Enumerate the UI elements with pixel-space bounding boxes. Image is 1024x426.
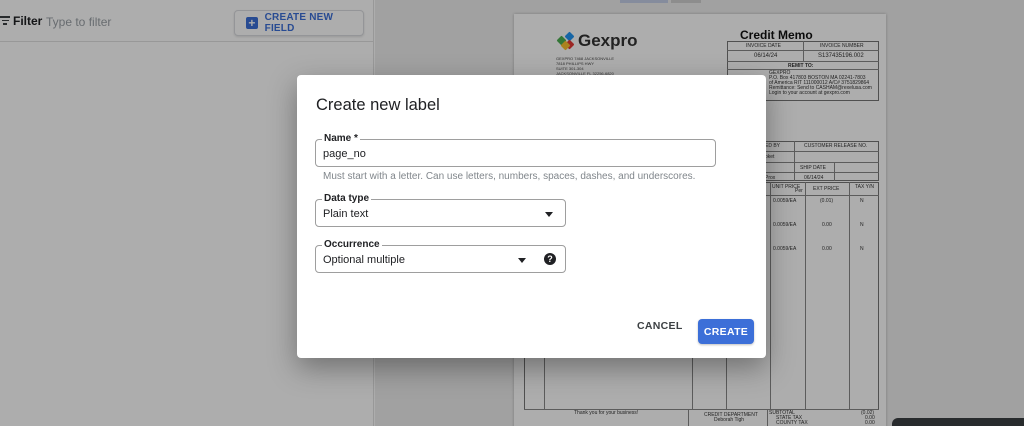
data-type-select[interactable]: Data type Plain text	[315, 193, 566, 227]
chevron-down-icon	[518, 258, 526, 263]
create-label-dialog: Create new label Name * Must start with …	[297, 75, 766, 358]
name-input[interactable]	[323, 148, 703, 160]
dialog-title: Create new label	[316, 96, 440, 114]
create-button[interactable]: CREATE	[698, 319, 754, 344]
occurrence-label: Occurrence	[322, 239, 382, 250]
name-field[interactable]: Name *	[315, 133, 716, 167]
occurrence-value: Optional multiple	[323, 254, 405, 266]
data-type-value: Plain text	[323, 208, 369, 220]
create-button-label: CREATE	[703, 325, 749, 338]
chevron-down-icon	[545, 212, 553, 217]
data-type-label: Data type	[322, 193, 372, 204]
cancel-button[interactable]: CANCEL	[637, 320, 683, 332]
name-field-label: Name *	[322, 133, 360, 144]
help-icon[interactable]: ?	[544, 253, 556, 265]
name-hint: Must start with a letter. Can use letter…	[323, 171, 696, 182]
occurrence-select[interactable]: Occurrence Optional multiple ?	[315, 239, 566, 273]
